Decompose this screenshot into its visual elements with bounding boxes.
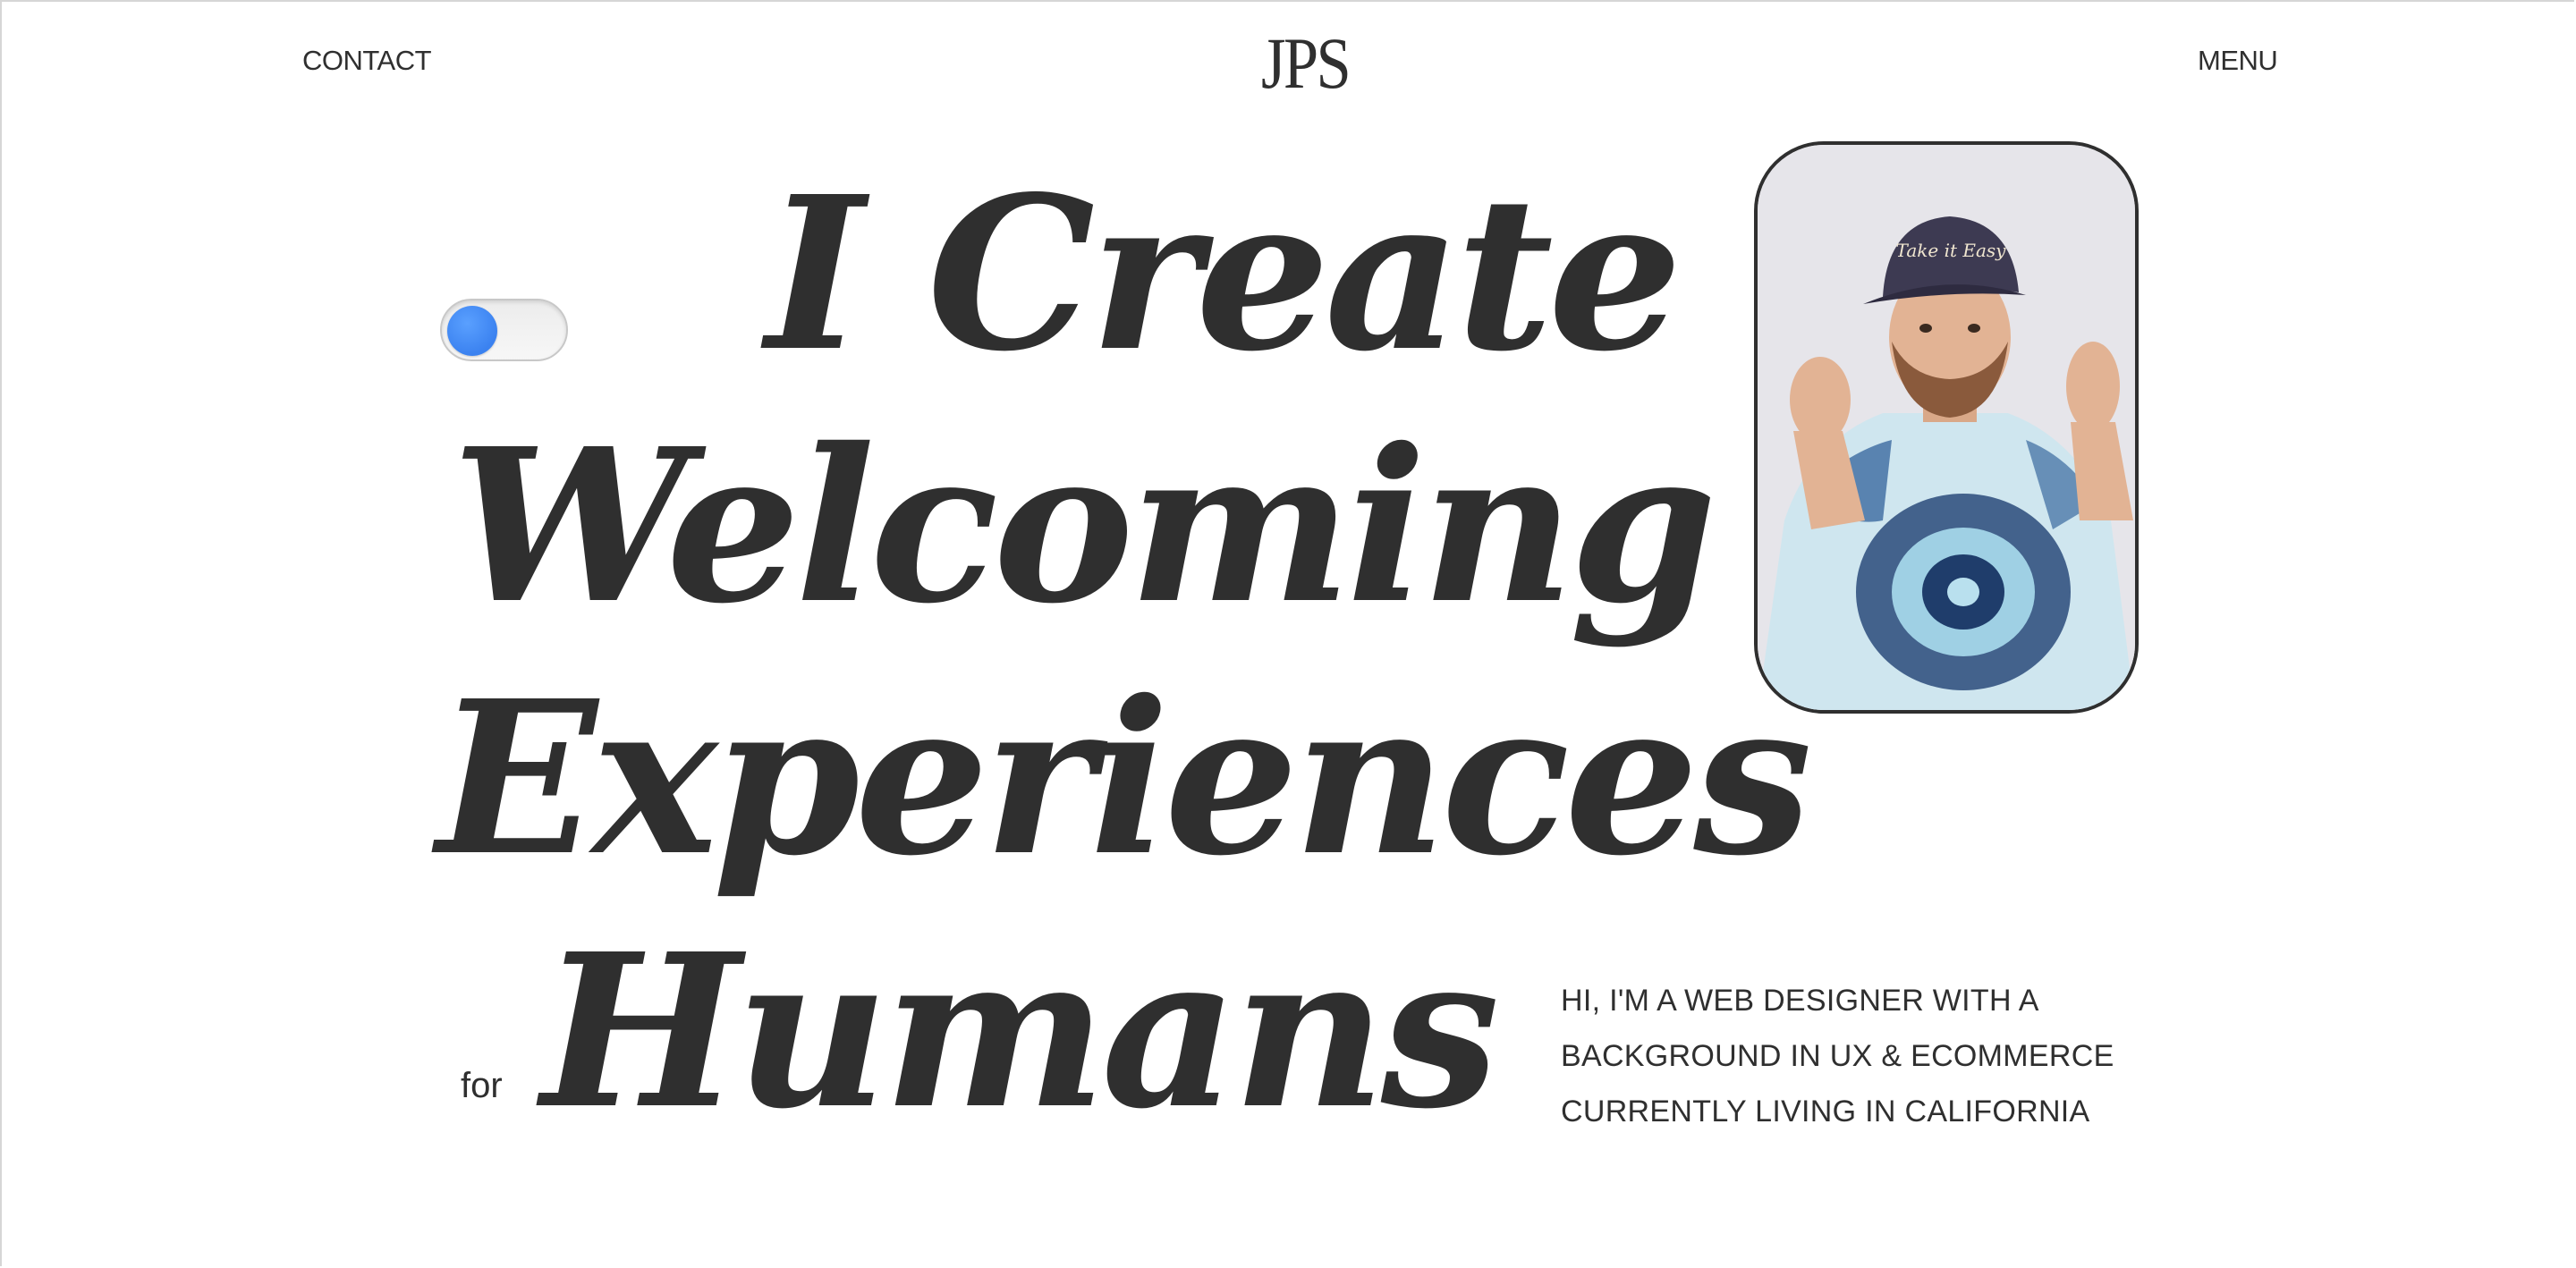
person-photo-icon: Take it Easy [1758, 145, 2135, 710]
headline-line-1: I Create [766, 149, 1682, 398]
headline-line-3: Experiences [436, 654, 1812, 902]
toggle-knob [447, 306, 497, 356]
site-logo[interactable]: JPS [1261, 27, 1352, 100]
intro-text: HI, I'M A WEB DESIGNER WITH A BACKGROUND… [1561, 973, 2187, 1139]
portrait-photo: Take it Easy [1754, 141, 2139, 714]
cap-text: Take it Easy [1896, 240, 2007, 261]
intro-line-1: HI, I'M A WEB DESIGNER WITH A [1561, 984, 2039, 1018]
for-label: for [461, 1066, 503, 1105]
headline-line-4: Humans [541, 907, 1500, 1155]
headline-line-2: Welcoming [452, 402, 1717, 650]
contact-link[interactable]: CONTACT [302, 45, 432, 77]
intro-line-3: CURRENTLY LIVING IN CALIFORNIA [1561, 1095, 2090, 1129]
intro-line-2: BACKGROUND IN UX & ECOMMERCE [1561, 1039, 2114, 1073]
theme-toggle[interactable] [440, 299, 568, 361]
menu-button[interactable]: MENU [2198, 45, 2278, 77]
